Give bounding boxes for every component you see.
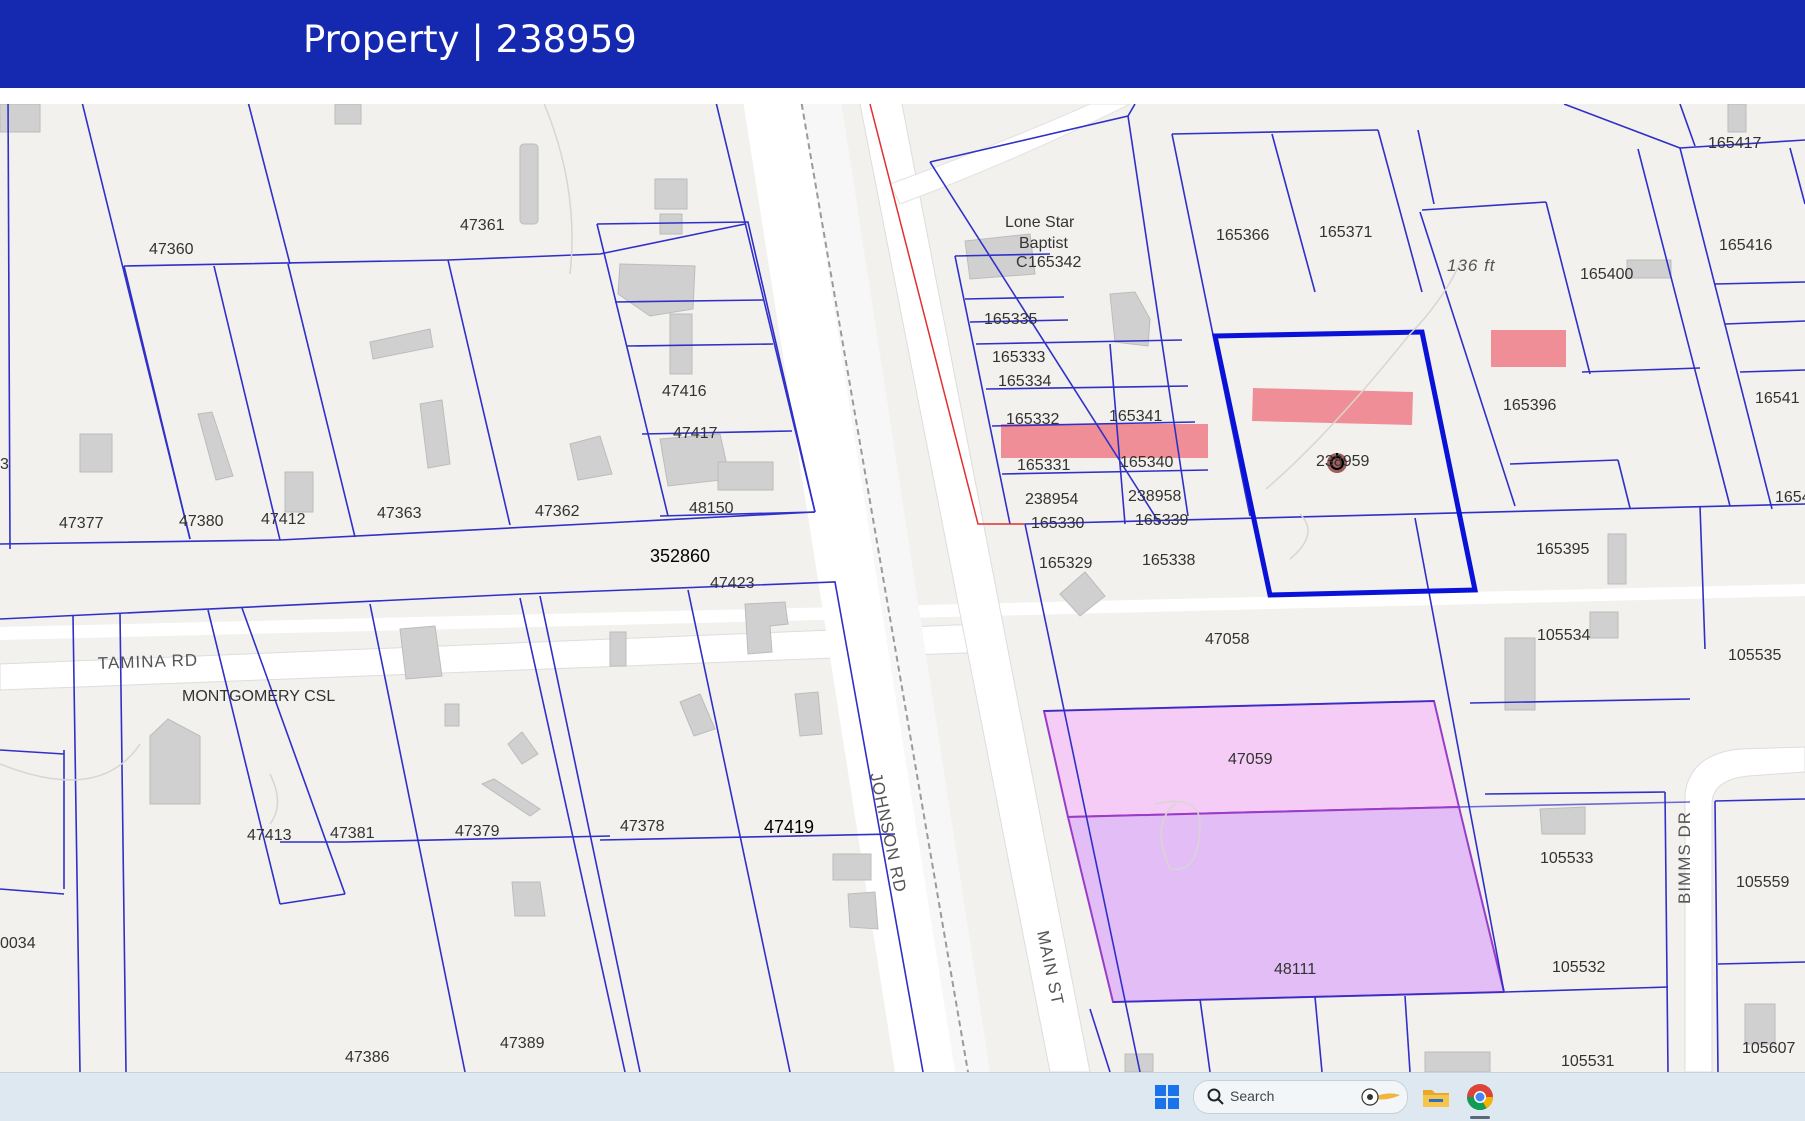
parcel-label: 165340 <box>1120 454 1173 471</box>
parcel-label: 48150 <box>689 500 734 517</box>
active-app-indicator <box>1470 1116 1490 1119</box>
parcel-label: 47059 <box>1228 751 1273 768</box>
parcel-label: 238958 <box>1128 488 1181 505</box>
parcel-label: 165339 <box>1135 512 1188 529</box>
parcel-165396-highlight <box>1491 330 1566 367</box>
parcel-238959-highlight <box>1252 388 1413 425</box>
file-explorer-icon[interactable] <box>1420 1081 1452 1113</box>
parcel-label: 47381 <box>330 825 375 842</box>
road-network <box>0 104 1805 1072</box>
parcel-label: 0034 <box>0 935 36 952</box>
chrome-icon[interactable] <box>1464 1081 1496 1113</box>
parcel-label: 47380 <box>179 513 224 530</box>
parcel-map[interactable]: 47360 47361 47377 47380 47412 47363 4736… <box>0 104 1805 1072</box>
parcel-label: 165342 <box>1028 254 1081 271</box>
parcel-label: 165331 <box>1017 457 1070 474</box>
church-label: Baptist <box>1019 235 1068 252</box>
parcel-label: 165330 <box>1031 515 1084 532</box>
parcel-label: 105533 <box>1540 850 1593 867</box>
parcel-label: 105531 <box>1561 1053 1614 1070</box>
parcel-label: 165395 <box>1536 541 1589 558</box>
parcel-label: 47377 <box>59 515 104 532</box>
parcel-label: 47362 <box>535 503 580 520</box>
parcel-label: 105535 <box>1728 647 1781 664</box>
road-curve-north <box>889 104 1131 205</box>
parcel-label: 47419 <box>764 817 814 837</box>
parcel-label: 16541 <box>1755 390 1800 407</box>
parcel-label: 165416 <box>1719 237 1772 254</box>
windows-start-icon[interactable] <box>1153 1083 1181 1111</box>
header-bar: Property | 238959 <box>0 0 1805 88</box>
parcel-label: 165371 <box>1319 224 1372 241</box>
parcel-label: 165335 <box>984 311 1037 328</box>
road-label-montgomery: MONTGOMERY CSL <box>182 688 335 705</box>
parcel-label: 165341 <box>1109 408 1162 425</box>
parcel-label: 3 <box>0 456 9 473</box>
search-label: Search <box>1230 1088 1275 1104</box>
parcel-label: 1654 <box>1775 489 1805 506</box>
parcel-label: 165366 <box>1216 227 1269 244</box>
taskbar: Search <box>0 1072 1805 1121</box>
parcel-label: 165400 <box>1580 266 1633 283</box>
parcel-label: 47360 <box>149 241 194 258</box>
parcel-map-canvas[interactable]: 47360 47361 47377 47380 47412 47363 4736… <box>0 104 1805 1072</box>
parcel-label: 47389 <box>500 1035 545 1052</box>
search-icon <box>1207 1088 1224 1105</box>
parcel-label: 47413 <box>247 827 292 844</box>
soccer-ball-icon <box>1361 1088 1400 1106</box>
parcel-label: 105534 <box>1537 627 1590 644</box>
parcel-label: 238959 <box>1316 453 1369 470</box>
parcel-label: 47378 <box>620 818 665 835</box>
measurement-label: 136 ft <box>1447 256 1496 275</box>
taskbar-search[interactable]: Search <box>1193 1080 1408 1114</box>
road-label-tamina: TAMINA RD <box>97 651 198 673</box>
parcel-label: 47361 <box>460 217 505 234</box>
parcel-label: 105559 <box>1736 874 1789 891</box>
parcel-label: 47423 <box>710 575 755 592</box>
parcel-label: 47386 <box>345 1049 390 1066</box>
parcel-label: 105607 <box>1742 1040 1795 1057</box>
parcel-label: 165417 <box>1708 135 1761 152</box>
parcel-label: 165396 <box>1503 397 1556 414</box>
parcel-label: 352860 <box>650 546 710 566</box>
highlight-layers <box>1001 330 1566 1004</box>
parcel-label: 165329 <box>1039 555 1092 572</box>
parcel-label: 165334 <box>998 373 1051 390</box>
parcel-label: 47363 <box>377 505 422 522</box>
parcel-label: 47412 <box>261 511 306 528</box>
parcel-label: 47379 <box>455 823 500 840</box>
parcel-label: 165332 <box>1006 411 1059 428</box>
parcel-label: 47417 <box>673 425 718 442</box>
church-label: C <box>1016 254 1028 271</box>
parcel-label: 238954 <box>1025 491 1078 508</box>
page-title: Property | 238959 <box>303 18 637 61</box>
road-label-bimms: BIMMS DR <box>1675 811 1694 904</box>
parcel-label: 47416 <box>662 383 707 400</box>
parcel-label: 47058 <box>1205 631 1250 648</box>
parcel-label: 165338 <box>1142 552 1195 569</box>
parcel-label: 48111 <box>1274 961 1316 978</box>
church-label: Lone Star <box>1005 214 1075 231</box>
parcel-label: 165333 <box>992 349 1045 366</box>
parcel-label: 105532 <box>1552 959 1605 976</box>
